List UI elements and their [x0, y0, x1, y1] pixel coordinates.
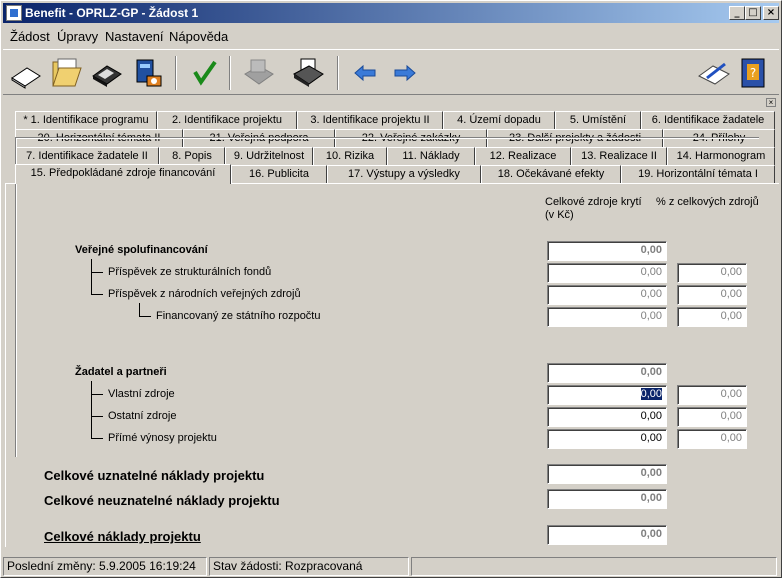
tree-connector	[91, 417, 103, 439]
field-uznatelne-naklady: 0,00	[547, 464, 667, 484]
label-ostatni-zdroje: Ostatní zdroje	[108, 410, 177, 422]
tab-identifikace-programu[interactable]: * 1. Identifikace programu	[15, 111, 157, 129]
status-last-change: Poslední změny: 5.9.2005 16:19:24	[3, 557, 207, 576]
tab-uzemi-dopadu[interactable]: 4. Území dopadu	[443, 111, 555, 129]
field-neuznatelne-naklady: 0,00	[547, 489, 667, 509]
menu-upravy[interactable]: Úpravy	[57, 29, 98, 44]
label-verejne-spolufinancovani: Veřejné spolufinancování	[75, 244, 208, 256]
tree-connector	[139, 303, 151, 317]
field-narodni-zdroje: 0,00	[547, 285, 667, 305]
field-verejne-spolufinancovani: 0,00	[547, 241, 667, 261]
field-strukturalni-fondy-pct: 0,00	[677, 263, 747, 283]
field-ostatni-zdroje[interactable]: 0,00	[547, 407, 667, 427]
field-prime-vynosy[interactable]: 0,00	[547, 429, 667, 449]
tree-connector	[91, 273, 103, 295]
print-disabled-icon	[241, 56, 275, 90]
maximize-button[interactable]: □	[745, 6, 761, 20]
tab-identifikace-projektu[interactable]: 2. Identifikace projektu	[157, 111, 297, 129]
tab-identifikace-zadatele[interactable]: 6. Identifikace žadatele	[641, 111, 775, 129]
tab-umisteni[interactable]: 5. Umístění	[555, 111, 641, 129]
toolbar-separator	[337, 56, 339, 90]
field-prime-vynosy-pct: 0,00	[677, 429, 747, 449]
status-application-state: Stav žádosti: Rozpracovaná	[209, 557, 409, 576]
field-celkove-naklady: 0,00	[547, 525, 667, 545]
label-celkove-naklady: Celkové náklady projektu	[44, 529, 201, 544]
menu-nastaveni[interactable]: Nastavení	[105, 29, 164, 44]
window-title: Benefit - OPRLZ-GP - Žádost 1	[25, 6, 199, 20]
label-neuznatelne-naklady: Celkové neuznatelné náklady projektu	[44, 493, 280, 508]
toolbar-separator	[229, 56, 231, 90]
menu-zadost[interactable]: Žádost	[10, 29, 50, 44]
toolbar-separator	[175, 56, 177, 90]
menu-bar: Žádost Úpravy Nastavení Nápověda	[3, 25, 779, 47]
status-bar: Poslední změny: 5.9.2005 16:19:24 Stav ž…	[3, 557, 779, 577]
tree-connector	[91, 259, 103, 273]
field-vlastni-zdroje-selection: 0,00	[640, 388, 662, 400]
check-icon[interactable]	[187, 56, 221, 90]
tree-connector	[91, 381, 103, 395]
field-statni-rozpocet-pct: 0,00	[677, 307, 747, 327]
application-window: Benefit - OPRLZ-GP - Žádost 1 _ □ × Žádo…	[0, 0, 782, 578]
close-panel-button[interactable]: ×	[766, 98, 776, 107]
field-statni-rozpocet: 0,00	[547, 307, 667, 327]
label-prime-vynosy: Přímé výnosy projektu	[108, 432, 217, 444]
label-narodni-zdroje: Příspěvek z národních veřejných zdrojů	[108, 288, 301, 300]
forward-arrow-icon[interactable]	[387, 56, 421, 90]
save-disk-icon[interactable]	[89, 56, 123, 90]
label-strukturalni-fondy: Příspěvek ze strukturálních fondů	[108, 266, 272, 278]
toolbar: ?	[3, 49, 779, 95]
minimize-button[interactable]: _	[729, 6, 745, 20]
tab-identifikace-projektu-ii[interactable]: 3. Identifikace projektu II	[297, 111, 443, 129]
label-vlastni-zdroje: Vlastní zdroje	[108, 388, 175, 400]
tree-connector	[91, 395, 103, 417]
field-ostatni-zdroje-pct: 0,00	[677, 407, 747, 427]
print-icon[interactable]	[291, 56, 325, 90]
label-zadatel-a-partneri: Žadatel a partneři	[75, 366, 167, 378]
field-narodni-zdroje-pct: 0,00	[677, 285, 747, 305]
help-book-icon[interactable]: ?	[737, 56, 771, 90]
title-bar: Benefit - OPRLZ-GP - Žádost 1 _ □ ×	[3, 3, 779, 23]
network-save-icon[interactable]	[131, 56, 165, 90]
menu-napoveda[interactable]: Nápověda	[169, 29, 228, 44]
open-folder-icon[interactable]	[49, 56, 83, 90]
new-document-icon[interactable]	[9, 56, 43, 90]
field-zadatel-a-partneri: 0,00	[547, 363, 667, 383]
app-icon	[6, 5, 22, 21]
field-strukturalni-fondy: 0,00	[547, 263, 667, 283]
back-arrow-icon[interactable]	[349, 56, 383, 90]
label-statni-rozpocet: Financovaný ze státního rozpočtu	[156, 310, 321, 322]
svg-text:?: ?	[750, 66, 756, 80]
label-uznatelne-naklady: Celkové uznatelné náklady projektu	[44, 468, 265, 483]
pen-paper-icon[interactable]	[697, 56, 731, 90]
close-button[interactable]: ×	[763, 6, 779, 20]
field-vlastni-zdroje-pct: 0,00	[677, 385, 747, 405]
tab-predpokladane-zdroje-financovani[interactable]: 15. Předpokládané zdroje financování	[15, 164, 231, 184]
field-vlastni-zdroje[interactable]: 0,00	[547, 385, 667, 405]
status-empty-cell	[411, 557, 777, 576]
